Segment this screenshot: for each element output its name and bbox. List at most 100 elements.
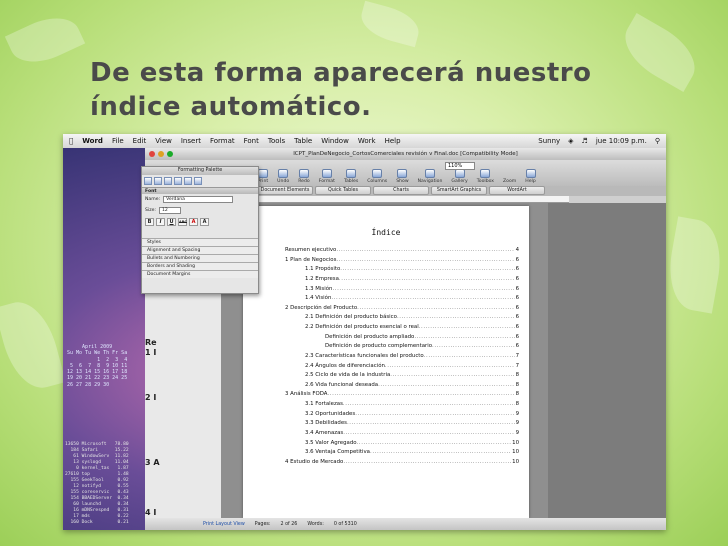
toc-entry-page: 6: [515, 295, 519, 302]
palette-section-bullets[interactable]: Bullets and Numbering: [142, 254, 258, 262]
font-name-select[interactable]: Verdana: [163, 196, 234, 203]
toolbar-redo-button[interactable]: Redo: [298, 169, 310, 184]
toc-entry[interactable]: Definición de producto complementario...…: [285, 342, 519, 352]
window-titlebar[interactable]: ICPT_PlanDeNegocio_CortosComerciales rev…: [145, 148, 666, 160]
palette-title[interactable]: Formatting Palette: [142, 167, 258, 175]
menu-format[interactable]: Format: [210, 137, 235, 145]
font-size-select[interactable]: 12: [158, 207, 181, 214]
toc-entry-page: 4: [515, 247, 519, 253]
toc-entry[interactable]: Definición del producto ampliado........…: [285, 333, 519, 343]
toolbar-format-button[interactable]: Format: [319, 169, 335, 184]
menu-insert[interactable]: Insert: [181, 137, 201, 145]
toc-entry[interactable]: 4 Estudio de Mercado....................…: [285, 458, 519, 468]
close-window-icon[interactable]: [149, 151, 155, 157]
palette-section-font[interactable]: Font: [142, 187, 258, 194]
scrapbook-icon[interactable]: [174, 177, 182, 185]
bold-button[interactable]: B: [145, 218, 154, 226]
spotlight-search-icon[interactable]: ⚲: [655, 137, 660, 145]
toc-leader-dots: ........................................…: [346, 420, 515, 427]
toc-entry[interactable]: 3.5 Valor Agregado......................…: [285, 439, 519, 449]
toc-entry[interactable]: 3.3 Debilidades.........................…: [285, 419, 519, 429]
toc-entry[interactable]: 3.1 Fortalezas..........................…: [285, 400, 519, 410]
menu-app-name[interactable]: Word: [82, 137, 103, 145]
horizontal-ruler[interactable]: [229, 196, 569, 203]
toolbar-gallery-button[interactable]: Gallery: [451, 169, 468, 184]
table-of-contents: Resumen ejecutivo.......................…: [285, 246, 519, 467]
formatting-palette-icon[interactable]: [144, 177, 152, 185]
toc-entry-label: 3.3 Debilidades: [305, 420, 347, 427]
tab-wordart[interactable]: WordArt: [489, 186, 545, 195]
menu-table[interactable]: Table: [294, 137, 312, 145]
toc-entry[interactable]: Resumen ejecutivo.......................…: [285, 246, 519, 256]
compatibility-icon[interactable]: [194, 177, 202, 185]
toolbar-undo-button[interactable]: Undo: [277, 169, 289, 184]
toc-entry-page: 8: [515, 381, 519, 388]
palette-section-styles[interactable]: Styles: [142, 238, 258, 246]
menu-tools[interactable]: Tools: [268, 137, 285, 145]
tab-document-elements[interactable]: Document Elements: [257, 186, 313, 195]
toc-entry[interactable]: 3.6 Ventaja Competitiva.................…: [285, 448, 519, 458]
toc-entry[interactable]: 3.4 Amenazas............................…: [285, 429, 519, 439]
wifi-icon[interactable]: ◈: [568, 137, 573, 145]
palette-section-margins[interactable]: Document Margins: [142, 270, 258, 278]
weather-widget[interactable]: Sunny: [538, 137, 560, 145]
font-color-button[interactable]: A: [189, 218, 198, 226]
menu-window[interactable]: Window: [321, 137, 349, 145]
toc-leader-dots: ........................................…: [357, 304, 515, 311]
toc-entry[interactable]: 1 Plan de Negocios......................…: [285, 256, 519, 266]
zoom-select[interactable]: 110%: [445, 162, 475, 170]
toc-entry-label: 1 Plan de Negocios: [285, 256, 337, 263]
background-leaf: [662, 216, 728, 314]
toolbar-columns-button[interactable]: Columns: [367, 169, 387, 184]
palette-section-borders[interactable]: Borders and Shading: [142, 262, 258, 270]
toolbar-tables-button[interactable]: Tables: [344, 169, 358, 184]
toc-entry[interactable]: 3 Análisis FODA.........................…: [285, 390, 519, 400]
apple-icon[interactable]: : [69, 137, 73, 145]
toc-entry[interactable]: 2.4 Ángulos de diferenciación...........…: [285, 362, 519, 372]
tab-charts[interactable]: Charts: [373, 186, 429, 195]
citations-icon[interactable]: [164, 177, 172, 185]
toolbar-help-button[interactable]: Help: [525, 169, 536, 184]
toc-entry[interactable]: 1.2 Empresa.............................…: [285, 275, 519, 285]
highlight-button[interactable]: A: [200, 218, 209, 226]
strikethrough-button[interactable]: ABC: [178, 218, 187, 226]
minimize-window-icon[interactable]: [158, 151, 164, 157]
background-leaf: [4, 7, 86, 73]
palette-section-alignment[interactable]: Alignment and Spacing: [142, 246, 258, 254]
toc-entry[interactable]: 1.3 Misión..............................…: [285, 285, 519, 295]
toolbar-print-button[interactable]: Print: [258, 169, 268, 184]
menu-clock[interactable]: jue 10:09 p.m.: [596, 137, 647, 145]
toc-entry[interactable]: 2.1 Definición del producto básico......…: [285, 313, 519, 323]
toolbar-show-button[interactable]: Show: [396, 169, 409, 184]
toolbar-toolbox-button[interactable]: Toolbox: [477, 169, 494, 184]
toc-entry[interactable]: 2.2 Definición del producto esencial o r…: [285, 323, 519, 333]
toc-entry-page: 6: [515, 314, 519, 321]
toc-entry-label: 1.4 Visión: [305, 295, 332, 302]
menu-font[interactable]: Font: [244, 137, 259, 145]
toc-entry[interactable]: 1.4 Visión..............................…: [285, 294, 519, 304]
toc-entry-label: 1.2 Empresa: [305, 275, 339, 282]
toc-entry[interactable]: 2.5 Ciclo de vida de la industria.......…: [285, 371, 519, 381]
document-page[interactable]: Índice Resumen ejecutivo................…: [243, 206, 529, 518]
volume-icon[interactable]: ♬: [582, 137, 588, 145]
menu-work[interactable]: Work: [358, 137, 376, 145]
underline-button[interactable]: U: [167, 218, 176, 226]
menu-edit[interactable]: Edit: [133, 137, 147, 145]
menu-file[interactable]: File: [112, 137, 124, 145]
toc-leader-dots: ........................................…: [390, 372, 514, 379]
tab-smartart-graphics[interactable]: SmartArt Graphics: [431, 186, 487, 195]
toc-entry[interactable]: 3.2 Oportunidades.......................…: [285, 410, 519, 420]
toc-entry[interactable]: 2 Descripción del Producto..............…: [285, 304, 519, 314]
toc-entry[interactable]: 2.6 Vida funcional deseada..............…: [285, 381, 519, 391]
menu-view[interactable]: View: [155, 137, 172, 145]
left-page-heading: 3 A: [145, 458, 160, 467]
toolbar-navigation-button[interactable]: Navigation: [418, 169, 442, 184]
toc-entry[interactable]: 2.3 Características funcionales del prod…: [285, 352, 519, 362]
toc-entry[interactable]: 1.1 Propósito...........................…: [285, 265, 519, 275]
tab-quick-tables[interactable]: Quick Tables: [315, 186, 371, 195]
zoom-window-icon[interactable]: [167, 151, 173, 157]
menu-help[interactable]: Help: [385, 137, 401, 145]
reference-tools-icon[interactable]: [184, 177, 192, 185]
italic-button[interactable]: I: [156, 218, 165, 226]
object-palette-icon[interactable]: [154, 177, 162, 185]
